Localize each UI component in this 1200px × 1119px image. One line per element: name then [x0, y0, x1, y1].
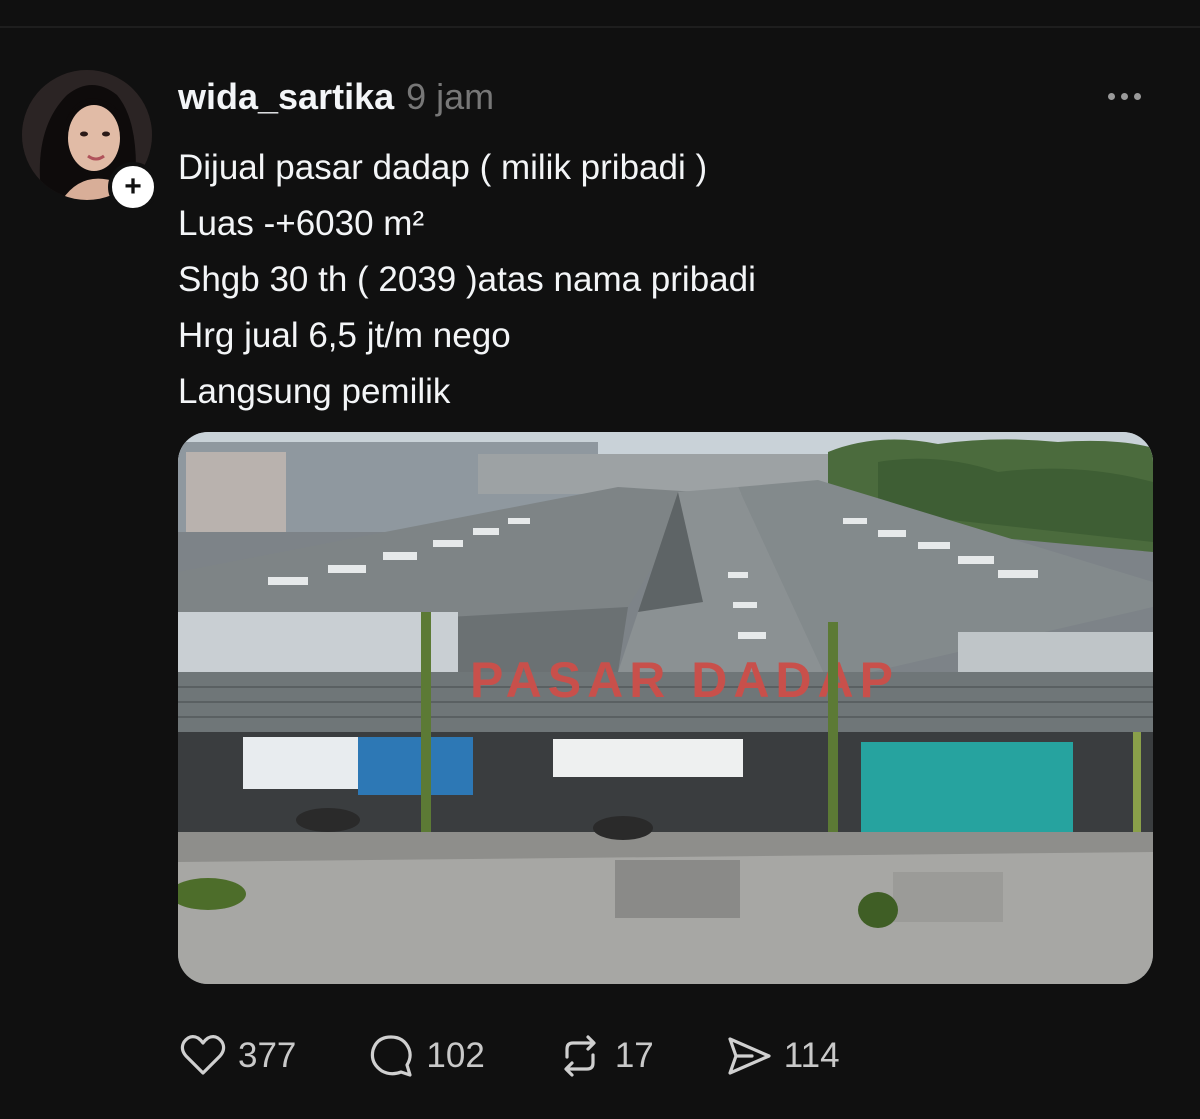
post-line: Luas -+6030 m²	[178, 204, 425, 243]
top-divider	[0, 26, 1200, 28]
reply-count: 102	[426, 1036, 485, 1075]
repost-count: 17	[614, 1036, 654, 1075]
more-options-button[interactable]	[1108, 84, 1154, 108]
username[interactable]: wida_sartika	[178, 76, 394, 118]
post-line: Langsung pemilik	[178, 372, 451, 411]
post-line: Hrg jual 6,5 jt/m nego	[178, 316, 511, 355]
reply-button[interactable]: 102	[366, 1031, 485, 1081]
more-dot	[1134, 92, 1141, 100]
send-icon	[728, 1037, 771, 1075]
post-line: Dijual pasar dadap ( milik pribadi )	[178, 148, 708, 187]
post-header: wida_sartika 9 jam	[178, 76, 494, 118]
share-count: 114	[783, 1036, 840, 1075]
repost-arrows-icon	[564, 1035, 596, 1077]
speech-bubble-icon	[371, 1035, 413, 1077]
heart-icon	[180, 1035, 226, 1075]
more-horizontal-icon	[1108, 92, 1115, 100]
like-count: 377	[238, 1036, 297, 1075]
more-dot	[1121, 92, 1128, 100]
post-media-image[interactable]: PASAR DADAP	[178, 432, 1153, 984]
post-line: Shgb 30 th ( 2039 )atas nama pribadi	[178, 260, 756, 299]
follow-button[interactable]: +	[108, 162, 158, 212]
share-button[interactable]: 114	[724, 1031, 840, 1081]
post-text: Dijual pasar dadap ( milik pribadi ) Lua…	[178, 140, 1158, 420]
timestamp[interactable]: 9 jam	[406, 76, 494, 118]
plus-icon: +	[124, 170, 142, 203]
post-actions: 377 102 17 114	[178, 1030, 910, 1082]
repost-button[interactable]: 17	[555, 1031, 654, 1081]
like-button[interactable]: 377	[178, 1031, 296, 1081]
market-building-photo: PASAR DADAP	[178, 432, 1153, 984]
